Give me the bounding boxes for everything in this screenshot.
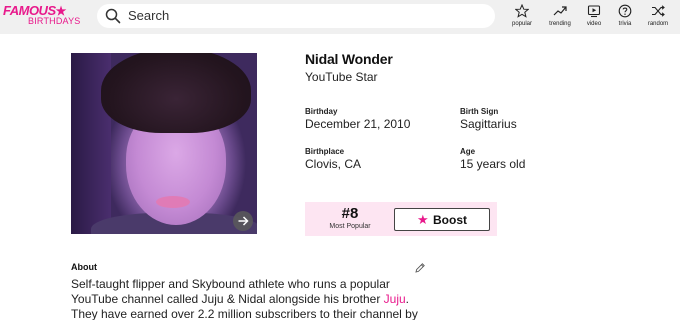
video-icon xyxy=(587,5,601,18)
search-icon xyxy=(105,8,121,24)
nav-random-label: random xyxy=(647,21,669,27)
age-label: Age xyxy=(460,147,476,156)
nav-video-label: video xyxy=(586,21,602,27)
question-icon xyxy=(618,4,632,18)
logo-birthdays-text: BIRTHDAYS xyxy=(28,16,81,26)
pencil-edit-icon[interactable] xyxy=(414,262,426,274)
star-icon: ★ xyxy=(417,212,429,227)
about-heading: About xyxy=(71,262,97,272)
boost-label: Boost xyxy=(433,213,467,227)
birthplace-value[interactable]: Clovis, CA xyxy=(305,157,361,171)
profile-role[interactable]: YouTube Star xyxy=(305,70,378,84)
rank-label: Most Popular xyxy=(329,223,371,230)
birth-sign-label: Birth Sign xyxy=(460,107,499,116)
nav-popular-label: popular xyxy=(511,21,532,27)
site-logo[interactable]: FAMOUS★ BIRTHDAYS xyxy=(3,4,83,28)
arrow-right-icon xyxy=(238,216,249,226)
nav-video[interactable]: video xyxy=(577,4,611,30)
profile-photo xyxy=(71,53,257,234)
popularity-rank-box: #8 Most Popular ★ Boost xyxy=(305,202,497,236)
shuffle-icon xyxy=(652,5,665,17)
nav-popular[interactable]: popular xyxy=(505,4,539,30)
trending-icon xyxy=(553,6,567,16)
about-line-2: YouTube channel called Juju & Nidal alon… xyxy=(71,292,384,306)
about-text: Self-taught flipper and Skybound athlete… xyxy=(71,277,431,320)
birth-sign-value[interactable]: Sagittarius xyxy=(460,117,517,131)
juju-link[interactable]: Juju xyxy=(384,292,406,306)
star-icon xyxy=(515,4,529,18)
boost-button[interactable]: ★ Boost xyxy=(394,208,490,231)
site-header: FAMOUS★ BIRTHDAYS Search popular trendin… xyxy=(0,0,680,34)
about-line-2-end: . xyxy=(405,292,410,306)
nav-trending-label: trending xyxy=(549,21,571,27)
about-line-3: They have earned over 2.2 million subscr… xyxy=(71,307,418,320)
birthplace-label: Birthplace xyxy=(305,147,345,156)
nav-random[interactable]: random xyxy=(641,4,675,30)
nav-trivia-label: trivia xyxy=(618,21,632,27)
next-photo-button[interactable] xyxy=(233,211,253,231)
rank-number[interactable]: #8 xyxy=(325,205,375,222)
profile-name: Nidal Wonder xyxy=(305,51,393,67)
nav-trivia[interactable]: trivia xyxy=(608,4,642,30)
nav-trending[interactable]: trending xyxy=(543,4,577,30)
age-value[interactable]: 15 years old xyxy=(460,157,525,171)
birthday-label: Birthday xyxy=(305,107,338,116)
about-line-1: Self-taught flipper and Skybound athlete… xyxy=(71,277,390,291)
birthday-value[interactable]: December 21, 2010 xyxy=(305,117,410,131)
search-placeholder: Search xyxy=(128,8,170,23)
search-input[interactable]: Search xyxy=(97,4,495,28)
